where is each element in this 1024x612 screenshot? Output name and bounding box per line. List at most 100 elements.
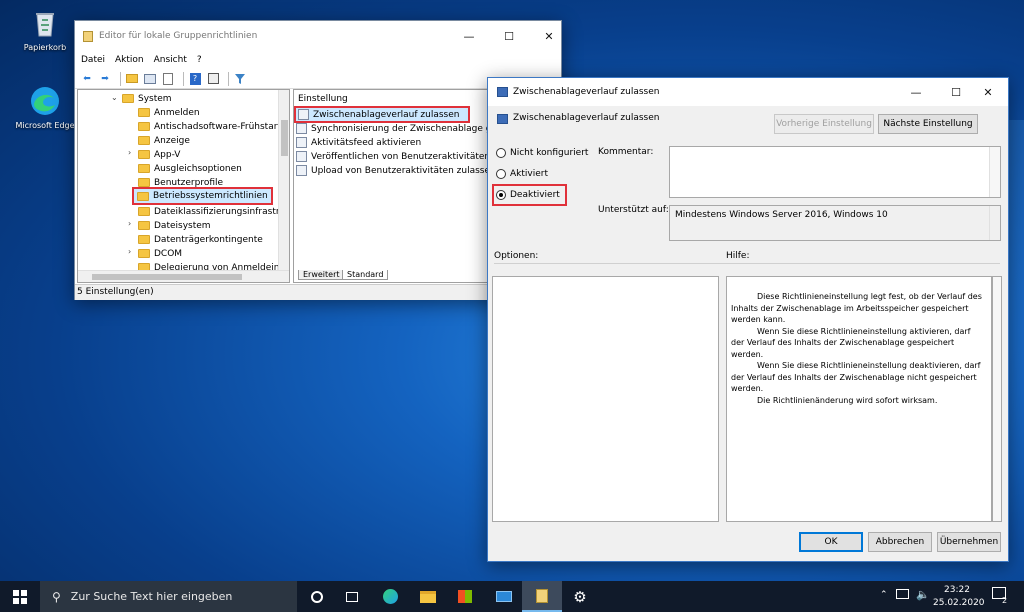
- cortana-icon[interactable]: [297, 581, 337, 612]
- network-icon[interactable]: [896, 589, 909, 599]
- back-icon[interactable]: ⬅: [80, 72, 94, 86]
- mail-icon[interactable]: [484, 581, 524, 612]
- minimize-button[interactable]: —: [896, 78, 936, 106]
- tree-item[interactable]: Ausgleichsoptionen: [138, 162, 242, 175]
- filter-icon[interactable]: [233, 72, 247, 86]
- options-label: Optionen:: [494, 251, 539, 261]
- tree-item[interactable]: Anzeige: [138, 134, 190, 147]
- status-text: 5 Einstellung(en): [77, 287, 154, 297]
- close-button[interactable]: ✕: [529, 21, 569, 51]
- show-hidden-icons-icon[interactable]: ⌃: [880, 590, 888, 600]
- settings-column-header[interactable]: Einstellung: [298, 94, 348, 104]
- edge-taskbar-icon[interactable]: [370, 581, 410, 612]
- collapsed-arrow-icon[interactable]: ›: [128, 247, 131, 256]
- gpedit-title: Editor für lokale Gruppenrichtlinien: [99, 31, 258, 41]
- policy-icon: [497, 114, 508, 124]
- minimize-button[interactable]: —: [449, 21, 489, 51]
- tree-item[interactable]: Benutzerprofile: [138, 176, 223, 189]
- folder-icon: [138, 150, 150, 159]
- setting-item[interactable]: Aktivitätsfeed aktivieren: [296, 136, 421, 149]
- comment-textarea[interactable]: [669, 146, 1001, 198]
- menu-aktion[interactable]: Aktion: [115, 55, 144, 65]
- menu-datei[interactable]: Datei: [81, 55, 105, 65]
- tree-item[interactable]: Anmelden: [138, 106, 200, 119]
- desktop-icon-recycle-bin[interactable]: Papierkorb: [14, 6, 76, 52]
- setting-item[interactable]: Synchronisierung der Zwischenablage gerä…: [296, 122, 488, 135]
- forward-icon[interactable]: ➡: [98, 72, 112, 86]
- cancel-button[interactable]: Abbrechen: [868, 532, 932, 552]
- tab-standard[interactable]: Standard: [342, 270, 389, 280]
- supported-on-label: Unterstützt auf:: [598, 205, 669, 215]
- folder-icon: [138, 164, 150, 173]
- tree-item[interactable]: Dateiklassifizierungsinfrastrukt: [138, 205, 289, 218]
- policy-setting-icon: [296, 137, 307, 148]
- tree-item[interactable]: System: [122, 92, 172, 105]
- tree-item[interactable]: DCOM: [138, 247, 182, 260]
- menu-ansicht[interactable]: Ansicht: [154, 55, 187, 65]
- volume-icon[interactable]: 🔈: [916, 588, 930, 601]
- maximize-button[interactable]: ☐: [489, 21, 529, 51]
- dialog-titlebar[interactable]: Zwischenablageverlauf zulassen — ☐ ✕: [488, 78, 1008, 106]
- up-folder-icon[interactable]: [125, 72, 139, 86]
- help-scrollbar[interactable]: [992, 276, 1002, 522]
- scrollbar-thumb[interactable]: [92, 274, 242, 280]
- collapsed-arrow-icon[interactable]: ›: [128, 148, 131, 157]
- tree-item[interactable]: Datenträgerkontingente: [138, 233, 263, 246]
- tree-item-selected[interactable]: Betriebssystemrichtlinien: [132, 187, 273, 205]
- setting-item[interactable]: Upload von Benutzeraktivitäten zulassen: [296, 164, 488, 177]
- edge-icon: [28, 84, 62, 118]
- settings-gear-icon[interactable]: ⚙: [560, 581, 600, 612]
- desktop-icon-edge[interactable]: Microsoft Edge: [14, 84, 76, 130]
- setting-name: Zwischenablageverlauf zulassen: [513, 113, 660, 123]
- taskbar-search-box[interactable]: ⚲ Zur Suche Text hier eingeben: [40, 581, 297, 612]
- file-explorer-icon[interactable]: [408, 581, 448, 612]
- menu-help[interactable]: ?: [197, 55, 202, 65]
- divider: [494, 263, 1000, 264]
- ok-button[interactable]: OK: [799, 532, 863, 552]
- tree-item[interactable]: Antischadsoftware-Frühstart: [138, 120, 281, 133]
- setting-item-selected[interactable]: Zwischenablageverlauf zulassen: [294, 106, 470, 123]
- store-icon[interactable]: [445, 581, 485, 612]
- radio-enabled[interactable]: Aktiviert: [496, 169, 548, 179]
- apply-button[interactable]: Übernehmen: [937, 532, 1001, 552]
- gpedit-taskbar-icon[interactable]: [522, 581, 562, 612]
- desktop-icon-label: Microsoft Edge: [15, 121, 75, 130]
- start-button[interactable]: [0, 581, 40, 612]
- show-hide-tree-icon[interactable]: [143, 72, 157, 86]
- radio-not-configured[interactable]: Nicht konfiguriert: [496, 148, 588, 158]
- radio-indicator: [496, 190, 506, 200]
- gpedit-app-icon: [83, 30, 93, 42]
- help-label: Hilfe:: [726, 251, 750, 261]
- gpedit-tree-pane[interactable]: ⌄ System Anmelden Antischadsoftware-Früh…: [77, 89, 290, 283]
- help-icon[interactable]: ?: [188, 72, 202, 86]
- gpedit-settings-pane[interactable]: Einstellung Zwischenablageverlauf zulass…: [293, 89, 489, 283]
- comment-label: Kommentar:: [598, 147, 654, 157]
- tree-vertical-scrollbar[interactable]: [278, 90, 289, 270]
- tree-horizontal-scrollbar[interactable]: [78, 270, 289, 282]
- close-button[interactable]: ✕: [968, 78, 1008, 106]
- task-view-icon[interactable]: [332, 581, 372, 612]
- clock-date[interactable]: 25.02.2020: [933, 598, 985, 608]
- folder-icon: [122, 94, 134, 103]
- gpedit-titlebar[interactable]: Editor für lokale Gruppenrichtlinien — ☐…: [75, 21, 561, 51]
- setting-item[interactable]: Veröffentlichen von Benutzeraktivitäten …: [296, 150, 488, 163]
- properties-icon[interactable]: [206, 72, 220, 86]
- search-placeholder: Zur Suche Text hier eingeben: [70, 590, 233, 603]
- tab-erweitert[interactable]: Erweitert: [298, 270, 345, 280]
- supported-scrollbar[interactable]: [989, 206, 1000, 240]
- comment-scrollbar[interactable]: [989, 147, 1000, 197]
- tree-item[interactable]: Dateisystem: [138, 219, 211, 232]
- expand-arrow-icon[interactable]: ⌄: [111, 93, 118, 102]
- export-list-icon[interactable]: [161, 72, 175, 86]
- tree-item[interactable]: App-V: [138, 148, 180, 161]
- clock-time[interactable]: 23:22: [944, 585, 970, 595]
- notification-count-badge: 2: [1002, 596, 1008, 605]
- collapsed-arrow-icon[interactable]: ›: [128, 219, 131, 228]
- radio-disabled[interactable]: Deaktiviert: [492, 184, 567, 206]
- previous-setting-button[interactable]: Vorherige Einstellung: [774, 114, 874, 134]
- scrollbar-thumb[interactable]: [281, 120, 288, 156]
- help-panel: Diese Richtlinieneinstellung legt fest, …: [726, 276, 992, 522]
- policy-icon: [497, 87, 508, 97]
- help-paragraph: Wenn Sie diese Richtlinieneinstellung ak…: [731, 326, 971, 359]
- next-setting-button[interactable]: Nächste Einstellung: [878, 114, 978, 134]
